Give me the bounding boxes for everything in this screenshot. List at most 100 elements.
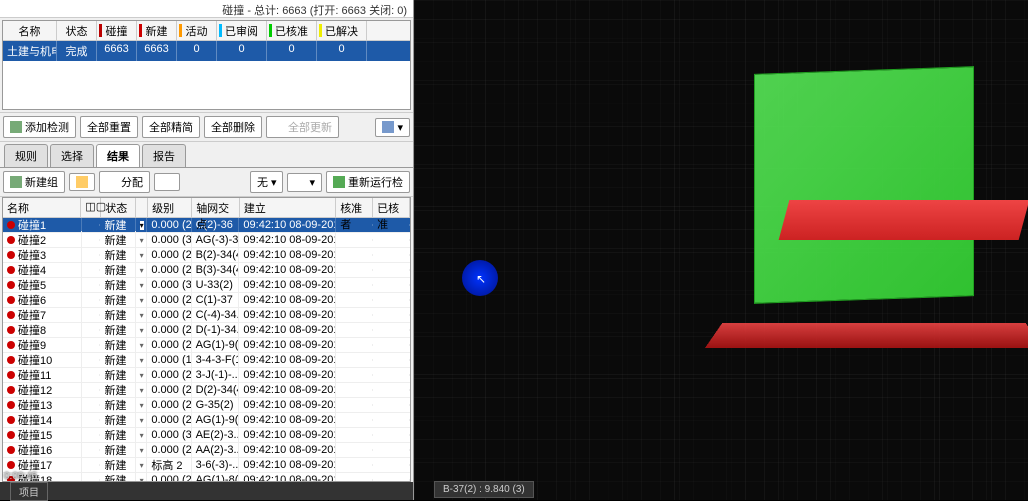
status-dot-icon — [7, 446, 15, 454]
hdr-name[interactable]: 名称 — [3, 198, 81, 217]
status-dot-icon — [7, 386, 15, 394]
test-row[interactable]: 土建与机电碰撞 完成 6663 6663 0 0 0 0 — [3, 41, 410, 61]
export-dropdown[interactable]: ▾ — [375, 118, 410, 137]
tab-2[interactable]: 结果 — [96, 144, 140, 167]
bottom-strip: 项目 — [0, 482, 413, 500]
3d-viewport[interactable]: ↖ B-37(2) : 9.840 (3) — [414, 0, 1028, 500]
chevron-down-icon[interactable]: ▾ — [140, 416, 144, 425]
assign-icon — [106, 176, 118, 188]
isolate-icon — [294, 176, 306, 188]
refresh-icon — [273, 121, 285, 133]
test-active: 0 — [177, 41, 217, 61]
chevron-down-icon[interactable]: ▾ — [140, 251, 144, 260]
col-review[interactable]: 已审阅 — [217, 21, 267, 40]
status-dot-icon — [7, 356, 15, 364]
hdr-approver[interactable]: 核准者 — [336, 198, 373, 217]
chevron-down-icon[interactable]: ▾ — [140, 311, 144, 320]
chevron-down-icon[interactable]: ▾ — [140, 266, 144, 275]
tab-1[interactable]: 选择 — [50, 144, 94, 167]
rerun-button[interactable]: 重新运行检 — [326, 171, 410, 193]
results-header: 名称 ◫▢ 状态 级别 轴网交点 建立 核准者 已核准 — [3, 198, 410, 218]
status-dot-icon — [7, 296, 15, 304]
chevron-down-icon[interactable]: ▾ — [140, 221, 144, 230]
chevron-down-icon[interactable]: ▾ — [140, 281, 144, 290]
clash-element-green[interactable] — [754, 66, 974, 304]
status-dot-icon — [7, 416, 15, 424]
col-state[interactable]: 状态 — [57, 21, 97, 40]
group-toggle-button[interactable] — [69, 173, 95, 191]
summary-open: 6663 — [342, 5, 366, 17]
test-state: 完成 — [57, 41, 97, 61]
col-approve[interactable]: 已核准 — [267, 21, 317, 40]
ungroup-icon — [161, 176, 173, 188]
group-icon — [10, 176, 22, 188]
clash-element-red-lower[interactable] — [705, 323, 1028, 348]
clash-element-red[interactable] — [779, 200, 1028, 240]
results-toolbar: 新建组 分配 无 ▾ ▾ 重新运行检 — [0, 168, 413, 197]
status-dot-icon — [7, 461, 15, 469]
status-dot-icon — [7, 281, 15, 289]
summary-open-label: (打开: — [310, 5, 339, 17]
tests-grid-header: 名称 状态 碰撞 新建 活动 已审阅 已核准 已解决 — [3, 21, 410, 41]
chevron-down-icon[interactable]: ▾ — [140, 356, 144, 365]
chevron-down-icon[interactable]: ▾ — [140, 401, 144, 410]
reset-all-button[interactable]: 全部重置 — [80, 116, 138, 138]
chevron-down-icon[interactable]: ▾ — [140, 326, 144, 335]
hdr-level[interactable]: 级别 — [148, 198, 192, 217]
tests-grid: 名称 状态 碰撞 新建 活动 已审阅 已核准 已解决 土建与机电碰撞 完成 66… — [2, 20, 411, 110]
test-resolve: 0 — [317, 41, 367, 61]
play-icon — [333, 176, 345, 188]
summary-bar: 碰撞 - 总计: 6663 (打开: 6663 关闭: 0) — [0, 0, 413, 18]
results-grid[interactable]: 名称 ◫▢ 状态 级别 轴网交点 建立 核准者 已核准 碰撞1新建▾0.000 … — [2, 197, 411, 482]
status-dot-icon — [7, 326, 15, 334]
new-group-button[interactable]: 新建组 — [3, 171, 65, 193]
hdr-camera-icon[interactable]: ◫▢ — [81, 198, 101, 217]
test-clash: 6663 — [97, 41, 137, 61]
chevron-down-icon[interactable]: ▾ — [140, 341, 144, 350]
add-test-button[interactable]: 添加检测 — [3, 116, 76, 138]
plus-icon — [10, 121, 22, 133]
tab-3[interactable]: 报告 — [142, 144, 186, 167]
results-tabstrip: 规则选择结果报告 — [0, 142, 413, 168]
chevron-down-icon[interactable]: ▾ — [140, 431, 144, 440]
test-new: 6663 — [137, 41, 177, 61]
isolate-button[interactable]: ▾ — [287, 173, 322, 192]
hdr-grid[interactable]: 轴网交点 — [192, 198, 240, 217]
status-dot-icon — [7, 371, 15, 379]
compact-all-button[interactable]: 全部精简 — [142, 116, 200, 138]
chevron-down-icon[interactable]: ▾ — [140, 296, 144, 305]
clash-panel: 碰撞 - 总计: 6663 (打开: 6663 关闭: 0) 名称 状态 碰撞 … — [0, 0, 414, 500]
summary-total: 6663 — [282, 5, 306, 17]
test-name: 土建与机电碰撞 — [3, 41, 57, 61]
chevron-down-icon[interactable]: ▾ — [140, 236, 144, 245]
folder-icon — [76, 176, 88, 188]
delete-all-button[interactable]: 全部删除 — [204, 116, 262, 138]
chevron-down-icon[interactable]: ▾ — [140, 386, 144, 395]
summary-closed: 0 — [397, 5, 403, 17]
result-row[interactable]: 碰撞18新建▾0.000 (2)AG(1)-8(2)09:42:10 08-09… — [3, 473, 410, 482]
update-all-button[interactable]: 全部更新 — [266, 116, 339, 138]
chevron-down-icon[interactable]: ▾ — [140, 371, 144, 380]
filter-none-button[interactable]: 无 ▾ — [250, 171, 284, 193]
tab-0[interactable]: 规则 — [4, 144, 48, 167]
hdr-approved[interactable]: 已核准 — [373, 198, 410, 217]
tests-toolbar: 添加检测 全部重置 全部精简 全部删除 全部更新 ▾ — [0, 112, 413, 142]
col-new[interactable]: 新建 — [137, 21, 177, 40]
assign-button[interactable]: 分配 — [99, 171, 150, 193]
ungroup-button[interactable] — [154, 173, 180, 191]
chevron-down-icon[interactable]: ▾ — [140, 461, 144, 470]
col-resolve[interactable]: 已解决 — [317, 21, 367, 40]
hdr-date[interactable]: 建立 — [240, 198, 336, 217]
col-clash[interactable]: 碰撞 — [97, 21, 137, 40]
status-dot-icon — [7, 341, 15, 349]
chevron-down-icon[interactable]: ▾ — [140, 446, 144, 455]
coordinates-readout: B-37(2) : 9.840 (3) — [434, 481, 534, 498]
status-dot-icon — [7, 401, 15, 409]
hdr-state[interactable]: 状态 — [101, 198, 136, 217]
project-tab[interactable]: 项目 — [10, 482, 48, 501]
status-dot-icon — [7, 221, 15, 229]
col-name[interactable]: 名称 — [3, 21, 57, 40]
col-active[interactable]: 活动 — [177, 21, 217, 40]
export-icon — [382, 121, 394, 133]
status-dot-icon — [7, 236, 15, 244]
